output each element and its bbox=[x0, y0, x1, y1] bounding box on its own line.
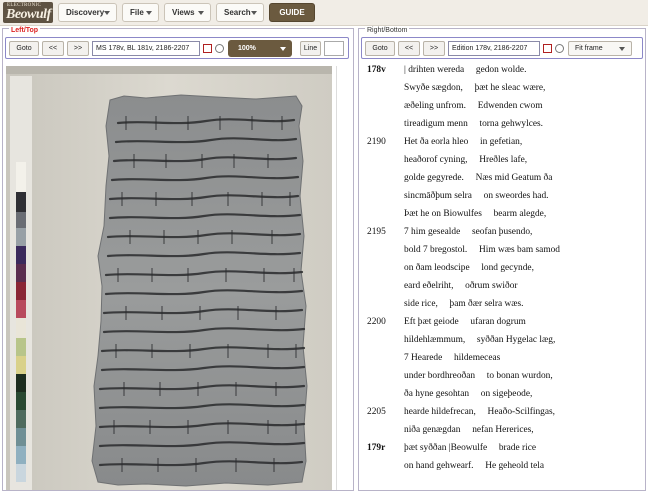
line-number: 2190 bbox=[367, 137, 386, 147]
verse-text: eard eðelriht, oðrum swiðor bbox=[404, 281, 518, 291]
verse-text: niða genægdan nefan Hererices, bbox=[404, 425, 534, 435]
color-calibration-strip bbox=[10, 76, 32, 490]
edition-line: niða genægdan nefan Hererices, bbox=[361, 425, 641, 440]
edition-line: tireadigum menn torna gehwylces. bbox=[361, 119, 641, 134]
file-menu-label: File bbox=[130, 8, 144, 17]
verse-text: tireadigum menn torna gehwylces. bbox=[404, 119, 544, 129]
verse-text: Þæt he on Biowulfes bearm alegde, bbox=[404, 209, 547, 219]
file-menu-button[interactable]: File bbox=[122, 3, 159, 22]
edition-line: 178v | drihten wereda gedon wolde. bbox=[361, 65, 641, 80]
manuscript-folio-image bbox=[6, 66, 332, 490]
manuscript-image-viewer[interactable] bbox=[6, 66, 332, 490]
circle-toggle[interactable] bbox=[555, 44, 564, 53]
edition-line: Þæt he on Biowulfes bearm alegde, bbox=[361, 209, 641, 224]
edition-line: hildehlæmmum, syððan Hygelac læg, bbox=[361, 335, 641, 350]
edition-line: sincmāðþum selra on sweordes had. bbox=[361, 191, 641, 206]
line-number: 178v bbox=[367, 65, 386, 75]
edition-line: 179r þæt syððan |Beowulfe brade rice bbox=[361, 443, 641, 458]
highlight-box-toggle[interactable] bbox=[203, 44, 212, 53]
verse-text: Swyðe sægdon, þæt he sleac wære, bbox=[404, 83, 546, 93]
verse-text: bold 7 bregostol. Him wæs bam samod bbox=[404, 245, 560, 255]
right-bottom-panel: Right/Bottom Goto << >> Edition 178v, 21… bbox=[358, 27, 646, 491]
edition-line: on ðam leodscipe lond gecynde, bbox=[361, 263, 641, 278]
edition-line: 2190 Het ða eorla hleo in gefetian, bbox=[361, 137, 641, 152]
location-field[interactable]: MS 178v, BL 181v, 2186-2207 bbox=[92, 41, 200, 56]
verse-text: sincmāðþum selra on sweordes had. bbox=[404, 191, 549, 201]
highlight-box-toggle[interactable] bbox=[543, 44, 552, 53]
previous-button[interactable]: << bbox=[398, 41, 420, 56]
next-button[interactable]: >> bbox=[423, 41, 445, 56]
panel-legend-left: Left/Top bbox=[9, 27, 41, 34]
edition-line: heaðorof cyning, Hreðles lafe, bbox=[361, 155, 641, 170]
views-menu-button[interactable]: Views bbox=[164, 3, 211, 22]
edition-line: side rice, þam ðær selra wæs. bbox=[361, 299, 641, 314]
right-controls: Goto << >> Edition 178v, 2186-2207 Fit f… bbox=[361, 37, 643, 59]
next-button[interactable]: >> bbox=[67, 41, 89, 56]
verse-text: hildehlæmmum, syððan Hygelac læg, bbox=[404, 335, 556, 345]
discovery-menu-button[interactable]: Discovery bbox=[58, 3, 117, 22]
viewer-vertical-scrollbar[interactable] bbox=[336, 66, 350, 490]
search-menu-button[interactable]: Search bbox=[216, 3, 264, 22]
verse-text: Eft þæt geiode ufaran dogrum bbox=[404, 317, 526, 327]
verse-text: 7 him gesealde seofan þusendo, bbox=[404, 227, 533, 237]
edition-line: ða hyne gesohtan on sigeþeode, bbox=[361, 389, 641, 404]
chevron-down-icon bbox=[198, 11, 204, 15]
goto-button[interactable]: Goto bbox=[365, 41, 395, 56]
line-number: 2195 bbox=[367, 227, 386, 237]
edition-line: on hand gehwearf. He geheold tela bbox=[361, 461, 641, 476]
verse-text: 7 Hearede hildemeceas bbox=[404, 353, 501, 363]
verse-text: on hand gehwearf. He geheold tela bbox=[404, 461, 545, 471]
verse-text: under bordhreoðan to bonan wurdon, bbox=[404, 371, 553, 381]
panel-legend-right: Right/Bottom bbox=[365, 27, 410, 34]
search-menu-label: Search bbox=[224, 8, 251, 17]
electronic-beowulf-logo[interactable]: ELECTRONIC Beowulf bbox=[3, 2, 53, 23]
chevron-down-icon bbox=[104, 11, 110, 15]
verse-text: heaðorof cyning, Hreðles lafe, bbox=[404, 155, 528, 165]
fit-frame-select[interactable]: Fit frame bbox=[568, 41, 632, 56]
line-number: 2205 bbox=[367, 407, 386, 417]
views-menu-label: Views bbox=[172, 8, 195, 17]
zoom-select[interactable]: 100% bbox=[228, 40, 292, 57]
verse-text: hearde hildefrecan, Heaðo-Scilfingas, bbox=[404, 407, 555, 417]
line-number: 179r bbox=[367, 443, 386, 453]
edition-line: bold 7 bregostol. Him wæs bam samod bbox=[361, 245, 641, 260]
logo-title: Beowulf bbox=[6, 7, 51, 22]
edition-line: eard eðelriht, oðrum swiðor bbox=[361, 281, 641, 296]
edition-line: under bordhreoðan to bonan wurdon, bbox=[361, 371, 641, 386]
verse-text: þæt syððan |Beowulfe brade rice bbox=[404, 443, 537, 453]
circle-toggle[interactable] bbox=[215, 44, 224, 53]
verse-text: | drihten wereda gedon wolde. bbox=[404, 65, 527, 75]
edition-line: Swyðe sægdon, þæt he sleac wære, bbox=[361, 83, 641, 98]
line-button[interactable]: Line bbox=[300, 41, 321, 56]
chevron-down-icon bbox=[280, 47, 286, 51]
edition-text-pane[interactable]: 178v | drihten wereda gedon wolde. Swyðe… bbox=[361, 61, 643, 489]
edition-line: 7 Hearede hildemeceas bbox=[361, 353, 641, 368]
verse-text: on ðam leodscipe lond gecynde, bbox=[404, 263, 534, 273]
edition-line: 2195 7 him gesealde seofan þusendo, bbox=[361, 227, 641, 242]
verse-text: Het ða eorla hleo in gefetian, bbox=[404, 137, 523, 147]
line-number: 2200 bbox=[367, 317, 386, 327]
verse-text: æðeling unfrom. Edwenden cwom bbox=[404, 101, 543, 111]
verse-text: ða hyne gesohtan on sigeþeode, bbox=[404, 389, 533, 399]
chevron-down-icon bbox=[146, 11, 152, 15]
zoom-value: 100% bbox=[238, 45, 256, 52]
edition-line: golde gegyrede. Næs mid Geatum ða bbox=[361, 173, 641, 188]
fit-frame-value: Fit frame bbox=[575, 45, 603, 52]
edition-line: æðeling unfrom. Edwenden cwom bbox=[361, 101, 641, 116]
top-toolbar: ELECTRONIC Beowulf Discovery File Views … bbox=[0, 0, 648, 26]
left-top-panel: Left/Top Goto << >> MS 178v, BL 181v, 21… bbox=[2, 27, 354, 491]
discovery-menu-label: Discovery bbox=[66, 8, 105, 17]
goto-button[interactable]: Goto bbox=[9, 41, 39, 56]
verse-text: golde gegyrede. Næs mid Geatum ða bbox=[404, 173, 553, 183]
location-field[interactable]: Edition 178v, 2186-2207 bbox=[448, 41, 540, 56]
edition-line: 2200 Eft þæt geiode ufaran dogrum bbox=[361, 317, 641, 332]
edition-line: 2205 hearde hildefrecan, Heaðo-Scilfinga… bbox=[361, 407, 641, 422]
chevron-down-icon bbox=[251, 11, 257, 15]
line-color-swatch[interactable] bbox=[324, 41, 344, 56]
guide-button[interactable]: GUIDE bbox=[269, 3, 315, 22]
previous-button[interactable]: << bbox=[42, 41, 64, 56]
left-controls: Goto << >> MS 178v, BL 181v, 2186-2207 1… bbox=[5, 37, 349, 59]
verse-text: side rice, þam ðær selra wæs. bbox=[404, 299, 524, 309]
chevron-down-icon bbox=[619, 47, 625, 51]
